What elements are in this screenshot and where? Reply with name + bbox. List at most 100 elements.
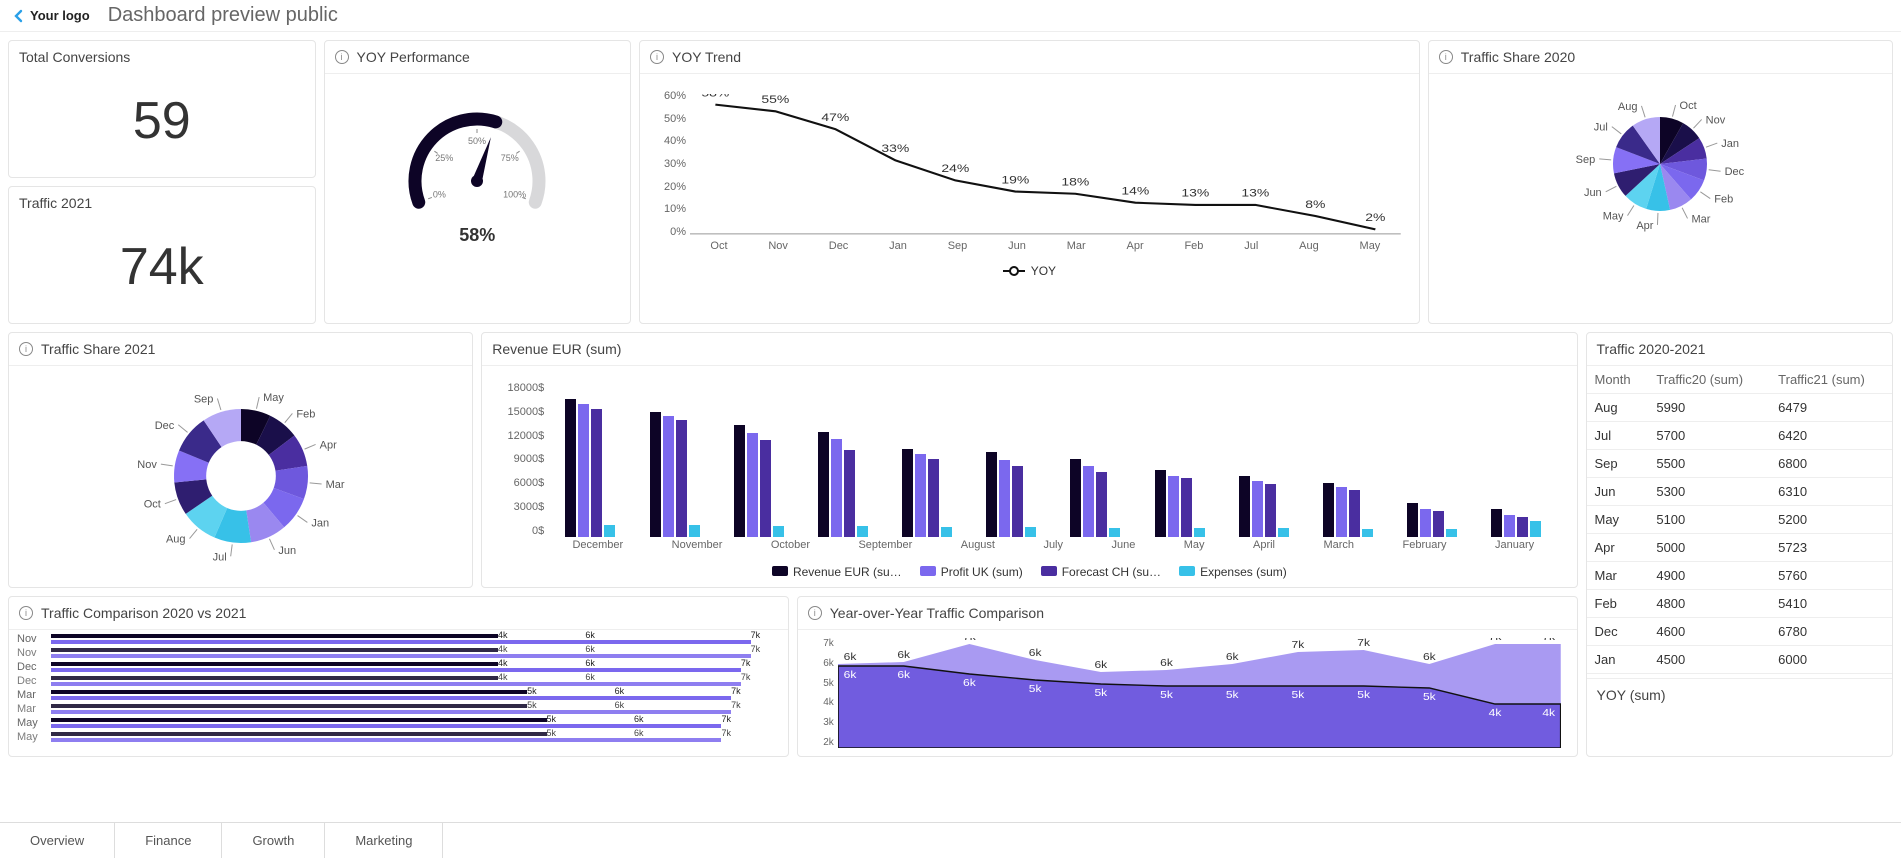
svg-text:May: May (263, 392, 284, 404)
info-icon[interactable]: i (808, 606, 822, 620)
svg-text:50%: 50% (468, 136, 486, 146)
card-title: Year-over-Year Traffic Comparison (830, 605, 1044, 621)
svg-text:33%: 33% (881, 142, 909, 154)
svg-text:5k: 5k (1226, 690, 1239, 701)
svg-text:19%: 19% (1001, 174, 1029, 186)
legend: Revenue EUR (su…Profit UK (sum)Forecast … (492, 565, 1566, 579)
svg-text:Jul: Jul (1594, 122, 1608, 134)
logo[interactable]: Your logo (12, 8, 90, 23)
svg-text:13%: 13% (1241, 187, 1269, 199)
dashboard-grid: Total Conversions 59 Traffic 2021 74k iY… (0, 32, 1901, 765)
traffic-table-card: Traffic 2020-2021 MonthTraffic20 (sum)Tr… (1586, 332, 1894, 757)
tab-finance[interactable]: Finance (115, 823, 222, 858)
tab-marketing[interactable]: Marketing (325, 823, 443, 858)
table-row: Aug59906479 (1587, 394, 1893, 422)
svg-text:Jun: Jun (1584, 187, 1602, 199)
svg-text:5k: 5k (1357, 690, 1370, 701)
card-title: Traffic 2020-2021 (1597, 341, 1706, 357)
table-row: Sep55006800 (1587, 450, 1893, 478)
col-header[interactable]: Traffic20 (sum) (1648, 366, 1770, 394)
svg-text:18%: 18% (1061, 176, 1089, 188)
svg-text:Sep: Sep (193, 394, 213, 406)
svg-text:6k: 6k (1423, 652, 1436, 663)
svg-text:14%: 14% (1121, 185, 1149, 197)
logo-text: Your logo (30, 8, 90, 23)
kpi-traffic21: Traffic 2021 74k (8, 186, 316, 324)
card-title: Traffic Share 2020 (1461, 49, 1575, 65)
svg-text:100%: 100% (503, 190, 526, 200)
svg-text:Oct: Oct (1680, 100, 1697, 112)
table-row: Mar49005760 (1587, 562, 1893, 590)
info-icon[interactable]: i (19, 606, 33, 620)
svg-text:13%: 13% (1181, 187, 1209, 199)
info-icon[interactable]: i (335, 50, 349, 64)
svg-text:7k: 7k (1488, 638, 1501, 643)
top-header: Your logo Dashboard preview public (0, 0, 1901, 32)
col-header[interactable]: Month (1587, 366, 1649, 394)
svg-text:6k: 6k (897, 650, 910, 661)
tab-overview[interactable]: Overview (0, 823, 115, 858)
svg-text:6k: 6k (843, 670, 856, 681)
area-chart: 6k6k7k6k6k6k6k7k7k6k7k7k6k6k6k5k5k5k5k5k… (838, 638, 1561, 748)
svg-text:47%: 47% (821, 111, 849, 123)
svg-text:4k: 4k (1488, 708, 1501, 719)
pie-chart: OctNovJanDecFebMarAprMayJunSepJulAug (1500, 79, 1820, 249)
kpi-value: 74k (9, 219, 315, 323)
svg-text:Feb: Feb (1715, 194, 1734, 206)
svg-text:25%: 25% (435, 153, 453, 163)
svg-text:5k: 5k (1094, 688, 1107, 699)
table-row: Dec46006780 (1587, 618, 1893, 646)
svg-text:May: May (1603, 211, 1624, 223)
svg-text:Jun: Jun (278, 545, 296, 557)
svg-text:6k: 6k (897, 670, 910, 681)
yoy-area-card: i Year-over-Year Traffic Comparison 7k 6k 5… (797, 596, 1578, 757)
svg-text:Oct: Oct (143, 499, 160, 511)
info-icon[interactable]: i (1439, 50, 1453, 64)
svg-text:7k: 7k (963, 638, 976, 643)
legend: YOY (650, 264, 1409, 278)
table-footer: YOY (sum) (1597, 687, 1666, 703)
svg-text:Apr: Apr (319, 439, 336, 451)
card-title: YOY Trend (672, 49, 741, 65)
svg-text:Nov: Nov (137, 459, 157, 471)
svg-text:5k: 5k (1423, 692, 1436, 703)
svg-text:7k: 7k (1542, 638, 1555, 643)
kpi-title: Total Conversions (19, 49, 130, 65)
info-icon[interactable]: i (650, 50, 664, 64)
svg-text:Dec: Dec (154, 420, 174, 432)
svg-text:Apr: Apr (1637, 220, 1654, 232)
gauge-chart: 0%25%50%75%100% (382, 86, 572, 231)
svg-text:4k: 4k (1542, 708, 1555, 719)
table-row: Jul57006420 (1587, 422, 1893, 450)
svg-text:Jan: Jan (1722, 138, 1740, 150)
svg-text:6k: 6k (1160, 658, 1173, 669)
col-header[interactable]: Traffic21 (sum) (1770, 366, 1892, 394)
svg-text:6k: 6k (1029, 648, 1042, 659)
gauge-value: 58% (459, 225, 495, 246)
svg-text:24%: 24% (941, 162, 969, 174)
page-title: Dashboard preview public (108, 4, 338, 27)
svg-text:5k: 5k (1160, 690, 1173, 701)
svg-text:Aug: Aug (1618, 101, 1638, 113)
info-icon[interactable]: i (19, 342, 33, 356)
kpi-conversions: Total Conversions 59 (8, 40, 316, 178)
tab-growth[interactable]: Growth (222, 823, 325, 858)
card-title: Revenue EUR (sum) (492, 341, 621, 357)
donut-chart: MayFebAprMarJanJunJulAugOctNovDecSep (71, 371, 411, 581)
svg-text:55%: 55% (761, 94, 789, 106)
svg-text:7k: 7k (1357, 638, 1370, 649)
svg-text:5k: 5k (1291, 690, 1304, 701)
svg-text:Aug: Aug (166, 534, 186, 546)
table-row: May51005200 (1587, 506, 1893, 534)
svg-text:Nov: Nov (1706, 114, 1726, 126)
svg-text:Jan: Jan (311, 517, 329, 529)
revenue-card: Revenue EUR (sum) 18000$15000$12000$9000… (481, 332, 1577, 588)
table-row: Feb48005410 (1587, 590, 1893, 618)
table-row: Jun53006310 (1587, 478, 1893, 506)
svg-text:Sep: Sep (1576, 154, 1596, 166)
pie-2020-card: iTraffic Share 2020 OctNovJanDecFebMarAp… (1428, 40, 1893, 324)
card-title: YOY Performance (357, 49, 470, 65)
svg-text:75%: 75% (501, 153, 519, 163)
svg-text:6k: 6k (1094, 660, 1107, 671)
svg-text:Jul: Jul (212, 551, 226, 563)
